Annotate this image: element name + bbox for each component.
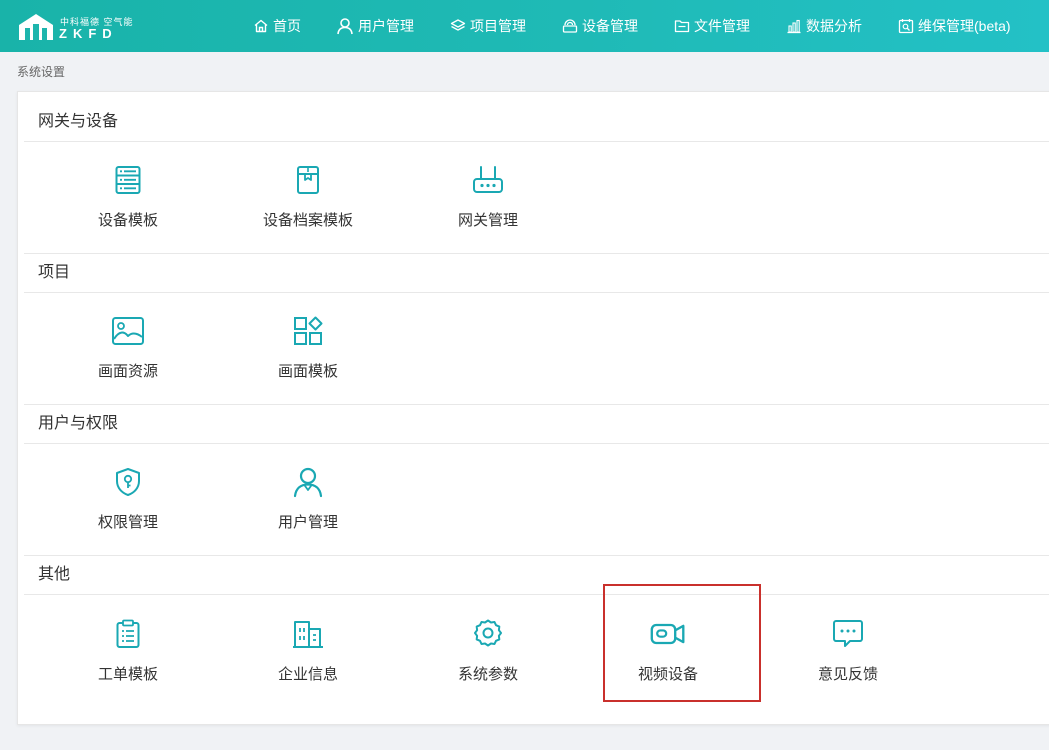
tile-label: 意见反馈	[817, 666, 878, 683]
tile-device-archive-template[interactable]: 设备档案模板	[238, 148, 378, 248]
tile-screen-template[interactable]: 画面模板	[238, 299, 378, 399]
clipboard-icon	[110, 616, 146, 652]
nav-item-project-management[interactable]: 项目管理	[450, 0, 526, 52]
tile-label: 工单模板	[97, 666, 158, 683]
nav-item-data-analysis[interactable]: 数据分析	[786, 0, 862, 52]
section-title-gateway-devices: 网关与设备	[38, 113, 119, 130]
tile-label: 设备档案模板	[262, 212, 353, 229]
section-title-other: 其他	[38, 566, 71, 583]
tile-label: 画面模板	[277, 363, 338, 380]
template-grid-icon	[290, 313, 326, 349]
settings-panel: 网关与设备 设备模板 设备档案模板 网关管理 项目 画面资源 画面模板 用户与权…	[17, 91, 1049, 725]
nav-item-home[interactable]: 首页	[253, 0, 301, 52]
section-divider	[24, 594, 1049, 595]
section-divider	[24, 253, 1049, 254]
tile-label: 权限管理	[97, 514, 158, 531]
main-nav: 首页 用户管理 项目管理 设备管理 文件管理 数据分析 维保管理(beta)	[0, 0, 1049, 52]
breadcrumb: 系统设置	[17, 65, 66, 79]
tile-label: 画面资源	[97, 363, 158, 380]
server-list-icon	[110, 162, 146, 198]
tile-permission-management[interactable]: 权限管理	[58, 450, 198, 550]
nav-item-label: 维保管理(beta)	[918, 18, 1011, 34]
tile-label: 用户管理	[277, 514, 338, 531]
maintenance-icon	[898, 19, 914, 34]
tile-gateway-management[interactable]: 网关管理	[418, 148, 558, 248]
section-divider	[24, 404, 1049, 405]
section-divider	[24, 443, 1049, 444]
tile-label: 网关管理	[457, 212, 518, 229]
section-divider	[24, 141, 1049, 142]
user-icon	[337, 18, 353, 35]
tile-device-template[interactable]: 设备模板	[58, 148, 198, 248]
user-icon	[290, 464, 326, 500]
shield-key-icon	[110, 464, 146, 500]
gear-icon	[470, 616, 506, 652]
tile-video-devices[interactable]: 视频设备	[598, 602, 738, 702]
nav-item-label: 文件管理	[694, 18, 750, 34]
section-divider	[24, 555, 1049, 556]
nav-item-file-management[interactable]: 文件管理	[674, 0, 750, 52]
folder-icon	[674, 20, 690, 33]
tile-system-parameters[interactable]: 系统参数	[418, 602, 558, 702]
section-title-users-permissions: 用户与权限	[38, 415, 119, 432]
tile-feedback[interactable]: 意见反馈	[778, 602, 918, 702]
top-navigation-bar: 中科福德 空气能 ZKFD 首页 用户管理 项目管理 设备管理 文件管理 数据分…	[0, 0, 1049, 52]
tile-label: 系统参数	[457, 666, 518, 683]
section-title-project: 项目	[38, 264, 71, 281]
bar-chart-icon	[787, 19, 801, 34]
nav-item-label: 数据分析	[806, 18, 862, 34]
tile-company-info[interactable]: 企业信息	[238, 602, 378, 702]
nav-item-user-management[interactable]: 用户管理	[336, 0, 414, 52]
nav-item-maintenance-management[interactable]: 维保管理(beta)	[898, 0, 1011, 52]
nav-item-device-management[interactable]: 设备管理	[562, 0, 638, 52]
section-divider	[24, 292, 1049, 293]
image-icon	[110, 313, 146, 349]
chat-icon	[830, 616, 866, 652]
tile-label: 视频设备	[637, 666, 698, 683]
tile-label: 企业信息	[277, 666, 338, 683]
tile-screen-resources[interactable]: 画面资源	[58, 299, 198, 399]
tile-work-order-template[interactable]: 工单模板	[58, 602, 198, 702]
nav-item-label: 项目管理	[470, 18, 526, 34]
home-icon	[254, 19, 268, 33]
nav-item-label: 首页	[273, 18, 301, 34]
nav-item-label: 设备管理	[582, 18, 638, 34]
archive-icon	[290, 162, 326, 198]
video-camera-icon	[650, 616, 686, 652]
building-icon	[290, 616, 326, 652]
tile-user-management[interactable]: 用户管理	[238, 450, 378, 550]
device-icon	[562, 19, 578, 33]
gateway-icon	[470, 162, 506, 198]
nav-item-label: 用户管理	[358, 18, 414, 34]
layers-icon	[450, 19, 466, 31]
tile-label: 设备模板	[97, 212, 158, 229]
